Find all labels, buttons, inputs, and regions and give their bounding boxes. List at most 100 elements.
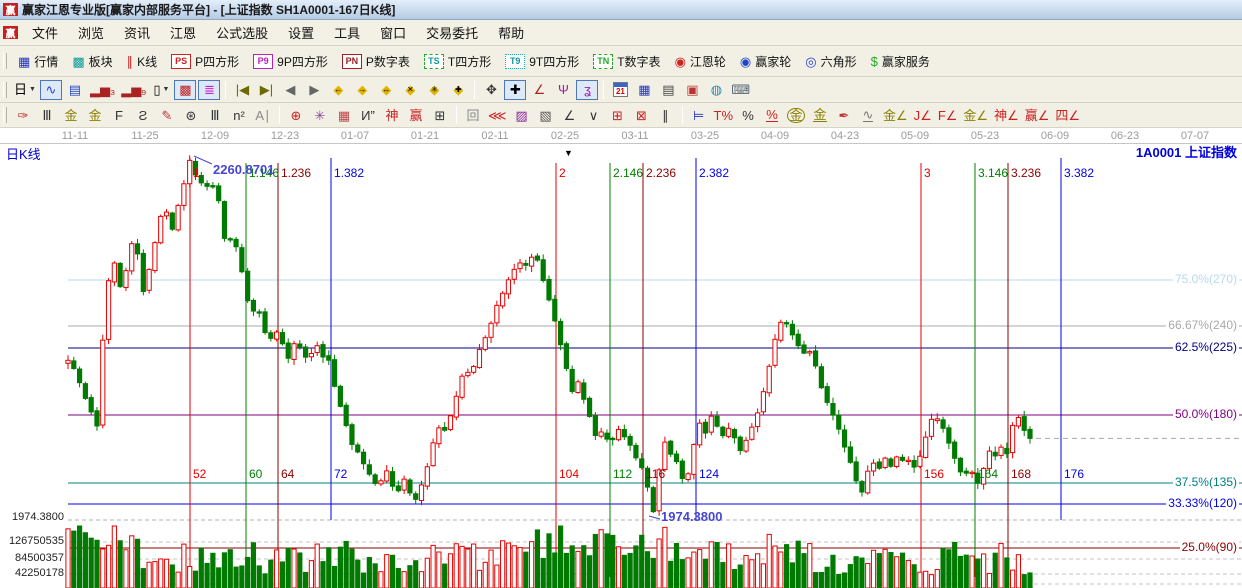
crosshair-button[interactable]: ✚ <box>504 79 527 100</box>
volume-bar <box>175 571 181 588</box>
tool-shen-comb-button[interactable]: 神 <box>381 105 403 125</box>
menu-item-8[interactable]: 窗口 <box>370 20 416 45</box>
tool-vee-button[interactable]: ∨ <box>583 105 605 125</box>
chart-canvas[interactable] <box>0 128 1242 588</box>
zigzag-overlay-button[interactable]: ∿ <box>39 79 62 100</box>
tool-purple-grid-button[interactable]: ▨ <box>511 105 533 125</box>
title-bar[interactable]: 赢 赢家江恩专业版[赢家内部服务平台] - [上证指数 SH1A0001-167… <box>0 0 1242 20</box>
tool-fan-lines-button[interactable]: ⋘ <box>486 105 509 125</box>
menu-item-9[interactable]: 交易委托 <box>416 20 488 45</box>
tool-wave-mark-button[interactable]: И” <box>357 105 379 125</box>
tool-grid-box-button[interactable]: ▦ <box>333 105 355 125</box>
pattern-grid-button[interactable]: ▩ <box>174 79 197 100</box>
web-update-button[interactable]: ◍ <box>705 80 727 100</box>
zoom-horizontal-button[interactable]: ◆ ↔ <box>375 80 397 100</box>
jump-last-button[interactable]: ▶| <box>255 80 277 100</box>
tool-angle-j-button[interactable]: J∠ <box>912 105 934 125</box>
tool-red-grid-1-button[interactable]: ⊞ <box>607 105 629 125</box>
p-square-button[interactable]: PS P四方形 <box>164 49 246 73</box>
menu-item-10[interactable]: 帮助 <box>488 20 534 45</box>
angle-measure-button[interactable]: ∠ <box>528 80 550 100</box>
shift-right-button[interactable]: ◆ → <box>351 80 373 100</box>
winner-wheel-button[interactable]: ◉ 赢家轮 <box>733 49 798 73</box>
tool-target-red-button[interactable]: ⊕ <box>285 105 307 125</box>
zoom-fit-button[interactable]: ◆ ✚ <box>447 80 469 100</box>
tool-comb-plain-button[interactable]: Ⅲ <box>204 105 226 125</box>
tool-spiral-button[interactable]: Ƨ <box>132 105 154 125</box>
tool-gold-underline-button[interactable]: 金 <box>809 105 831 125</box>
chart-area[interactable]: 日K线 1A0001 上证指数 ▼ 11-11 11-25 12-09 12-23 01… <box>0 128 1242 588</box>
tool-t-percent-button[interactable]: T% <box>712 105 736 125</box>
menu-item-1[interactable]: 文件 <box>22 20 68 45</box>
tool-trend-angle-button[interactable]: ∠ <box>559 105 581 125</box>
candle-style-button[interactable]: ▯ ▼ <box>150 80 172 100</box>
sectors-button[interactable]: ▩ 板块 <box>65 49 119 73</box>
tool-n-square-button[interactable]: n² <box>228 105 250 125</box>
hexagon-button[interactable]: ◎ 六角形 <box>798 49 863 73</box>
kline-button[interactable]: ∥ K线 <box>120 49 165 73</box>
tool-cycle-circle-button[interactable]: ⊛ <box>180 105 202 125</box>
tool-angle-mirror-button[interactable]: A∣ <box>252 105 274 125</box>
toolbar-separator <box>603 80 605 99</box>
gann-shape-button[interactable]: Ψ <box>552 80 574 100</box>
t-square-button[interactable]: TS T四方形 <box>417 49 498 73</box>
tool-angle-shen-button[interactable]: 神∠ <box>992 105 1021 125</box>
tool-web-purple-button[interactable]: ✳ <box>309 105 331 125</box>
freehand-draw-button[interactable]: ʓ <box>576 79 599 100</box>
t-number-table-button[interactable]: TN T数字表 <box>586 49 667 73</box>
tool-angle-f-button[interactable]: F∠ <box>936 105 960 125</box>
gann-wheel-button[interactable]: ◉ 江恩轮 <box>668 49 733 73</box>
tool-gold-comb-2-button[interactable]: 金 <box>84 105 106 125</box>
menu-item-6[interactable]: 设置 <box>278 20 324 45</box>
period-day-selector-button[interactable]: 日 ▼ <box>12 80 38 100</box>
p-number-table-button[interactable]: PN P数字表 <box>335 49 417 73</box>
volume-pane-9-button[interactable]: ▂▅₉ <box>119 80 148 100</box>
zoom-all-button[interactable]: ◆ ✳ <box>423 80 445 100</box>
tool-gold-comb-1-button[interactable]: 金 <box>60 105 82 125</box>
tool-parallel-button[interactable]: ∥ <box>655 105 677 125</box>
tool-gold-circle-button[interactable]: 金 <box>785 105 807 125</box>
tool-grid-123-button[interactable]: ⊞ <box>429 105 451 125</box>
menu-item-5[interactable]: 公式选股 <box>206 20 278 45</box>
info-panel-button[interactable]: ▤ <box>64 80 86 100</box>
tool-percent-red-button[interactable]: % <box>761 105 783 125</box>
menu-item-7[interactable]: 工具 <box>324 20 370 45</box>
tool-dark-grid-button[interactable]: ▧ <box>535 105 557 125</box>
menu-item-3[interactable]: 资讯 <box>114 20 160 45</box>
calculator-button[interactable]: ▦ <box>633 80 655 100</box>
zoom-reset-button[interactable]: ◆ ✕ <box>399 80 421 100</box>
tool-time-comb-button[interactable]: Ⅲ <box>36 105 58 125</box>
pan-hand-button[interactable]: ✥ <box>480 80 502 100</box>
tool-percent-button[interactable]: % <box>737 105 759 125</box>
tool-ying-comb-button[interactable]: 赢 <box>405 105 427 125</box>
volume-profile-button[interactable]: ≣ <box>198 79 221 100</box>
volume-pane-3-button[interactable]: ▂▅₃ <box>88 80 117 100</box>
tool-ladder-button[interactable]: ⊨ <box>688 105 710 125</box>
shift-left-button[interactable]: ◆ ← <box>327 80 349 100</box>
winner-service-button[interactable]: $ 赢家服务 <box>864 49 937 73</box>
tool-brush-button[interactable]: ✒ <box>833 105 855 125</box>
9p-square-button[interactable]: P9 9P四方形 <box>246 49 335 73</box>
tool-red-grid-2-button[interactable]: ⊠ <box>631 105 653 125</box>
tool-angle-ying-button[interactable]: 赢∠ <box>1023 105 1052 125</box>
step-forward-button[interactable]: ▶ <box>303 80 325 100</box>
notepad-button[interactable]: ▤ <box>657 80 679 100</box>
9t-square-button[interactable]: T9 9T四方形 <box>498 49 586 73</box>
tool-wave-av-button[interactable]: ∿ <box>857 105 879 125</box>
menu-item-2[interactable]: 浏览 <box>68 20 114 45</box>
save-button[interactable]: ▣ <box>681 80 703 100</box>
tool-angle-four-button[interactable]: 四∠ <box>1053 105 1082 125</box>
calendar-button[interactable]: 21 <box>609 80 631 100</box>
jump-first-button[interactable]: |◀ <box>231 80 253 100</box>
tool-gold-angle-button[interactable]: 金∠ <box>881 105 910 125</box>
tool-fib-comb-button[interactable]: F <box>108 105 130 125</box>
step-back-button[interactable]: ◀ <box>279 80 301 100</box>
tool-eraser-knife-button[interactable]: ✑ <box>12 105 34 125</box>
quotes-button[interactable]: ▦ 行情 <box>11 49 65 73</box>
tool-angle-gold-button[interactable]: 金∠ <box>961 105 990 125</box>
tool-pen-measure-button[interactable]: ✎ <box>156 105 178 125</box>
tool-box-select-button[interactable]: 回 <box>462 105 484 125</box>
remote-pc-button[interactable]: ⌨ <box>729 80 752 100</box>
menu-logo-icon[interactable]: 赢 <box>3 26 18 40</box>
menu-item-4[interactable]: 江恩 <box>160 20 206 45</box>
